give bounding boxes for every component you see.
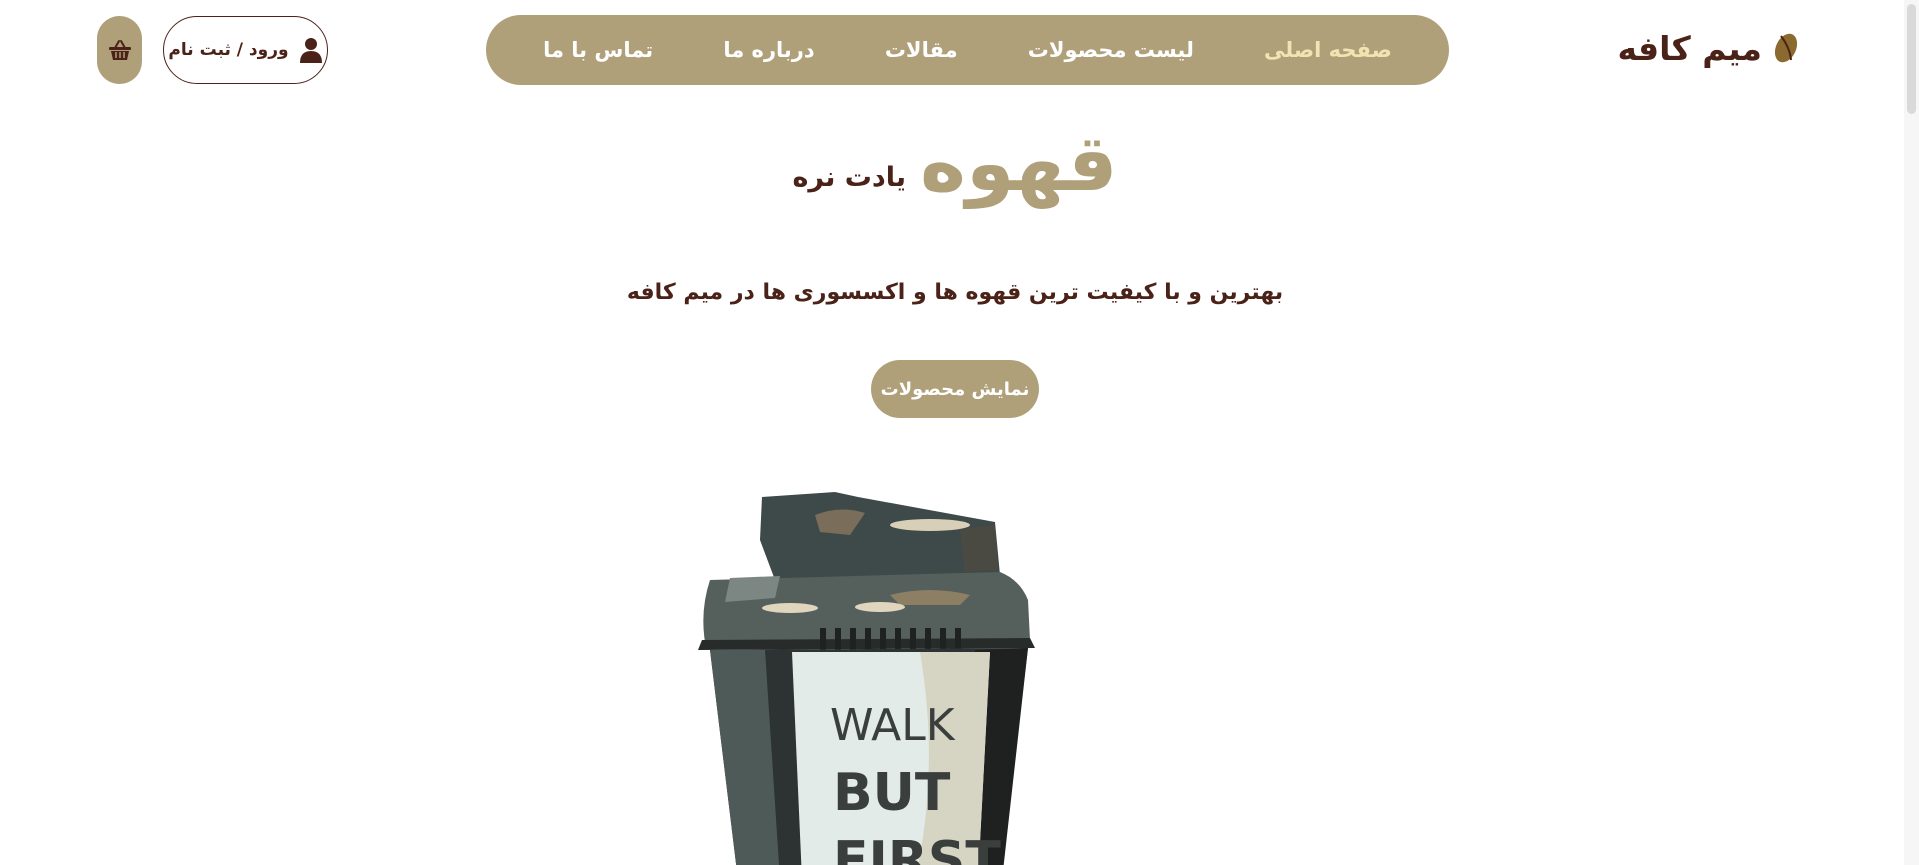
coffee-cup-illustration: WALK BUT FIRST xyxy=(698,492,1035,865)
coffee-bean-icon xyxy=(1772,31,1800,65)
brand-name: میم کافه xyxy=(1617,28,1762,68)
cup-text-walk: WALK xyxy=(830,700,956,751)
hero-title-rest: یادت نره xyxy=(792,162,907,193)
hero-title-highlight: قهوه xyxy=(920,119,1118,209)
hero-title: قهوه یادت نره xyxy=(0,125,1910,203)
user-icon xyxy=(299,37,323,63)
nav-item-about[interactable]: درباره ما xyxy=(723,38,814,62)
nav-item-products[interactable]: لیست محصولات xyxy=(1028,38,1194,62)
nav-item-contact[interactable]: تماس با ما xyxy=(543,38,653,62)
login-register-button[interactable]: ورود / ثبت نام xyxy=(163,16,328,84)
cart-button[interactable] xyxy=(97,16,142,84)
shopping-basket-icon xyxy=(108,39,132,61)
hero-subtitle: بهترین و با کیفیت ترین قهوه ها و اکسسوری… xyxy=(626,280,1284,305)
vertical-scrollbar[interactable] xyxy=(1904,0,1919,865)
page: میم کافه صفحه اصلی لیست محصولات مقالات د… xyxy=(0,0,1919,865)
brand-logo[interactable]: میم کافه xyxy=(1618,22,1800,74)
nav-item-articles[interactable]: مقالات xyxy=(885,38,958,62)
show-products-button[interactable]: نمایش محصولات xyxy=(871,360,1039,418)
cup-text-but: BUT xyxy=(833,763,951,823)
cup-text-first: FIRST xyxy=(833,831,1001,865)
login-label: ورود / ثبت نام xyxy=(168,40,289,60)
scrollbar-thumb[interactable] xyxy=(1907,4,1916,114)
main-navigation: صفحه اصلی لیست محصولات مقالات درباره ما … xyxy=(486,15,1449,85)
nav-item-home[interactable]: صفحه اصلی xyxy=(1264,38,1392,62)
